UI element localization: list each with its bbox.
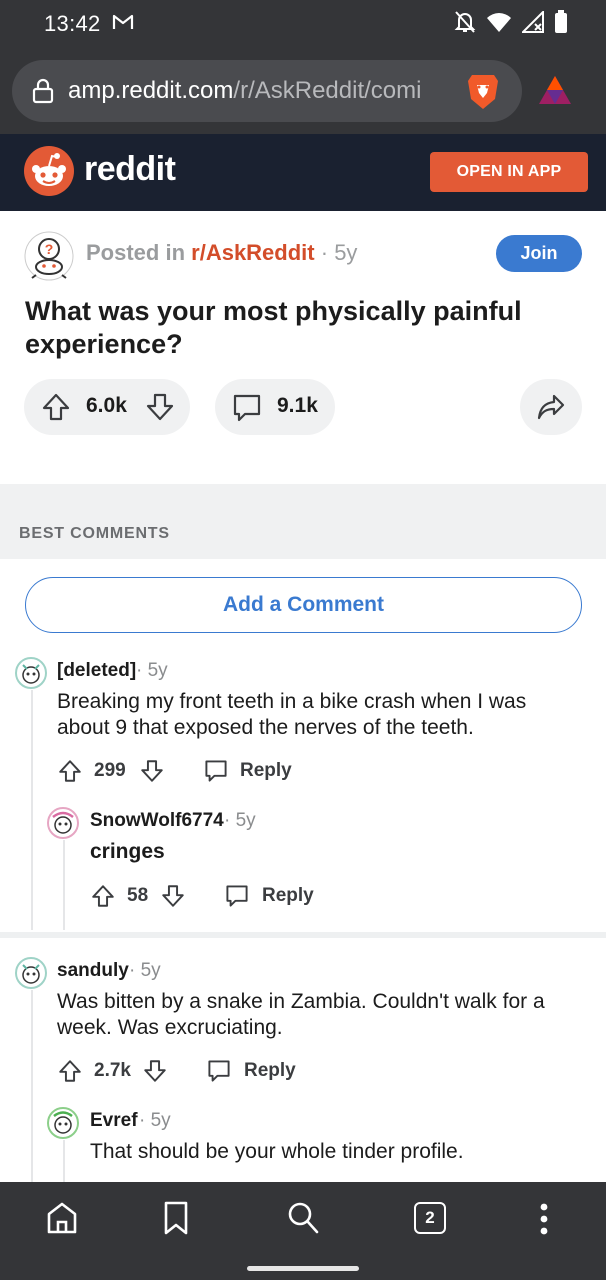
upvote-icon[interactable] — [57, 1058, 83, 1089]
url-path: /r/AskReddit/comi — [233, 77, 422, 104]
post-age: · 5y — [320, 240, 358, 265]
share-button[interactable] — [520, 379, 582, 435]
subreddit-icon[interactable]: ? — [24, 231, 74, 286]
comment-actions: 2.7k Reply — [57, 1056, 317, 1088]
browser-toolbar: amp.reddit.com/r/AskReddit/comi — [0, 50, 606, 134]
gmail-icon — [112, 13, 134, 36]
thread-line[interactable] — [63, 840, 65, 930]
comment-age: · 5y — [129, 960, 161, 981]
home-icon[interactable] — [45, 1200, 79, 1241]
post-card: ? Posted in r/AskReddit · 5y Join What w… — [0, 211, 606, 484]
signal-icon — [520, 9, 544, 38]
comment-age: · 5y — [136, 660, 168, 681]
upvote-icon[interactable] — [90, 883, 116, 914]
reddit-wordmark[interactable]: reddit — [84, 150, 176, 189]
comment-actions: 58 Reply — [90, 881, 350, 913]
bat-rewards-icon[interactable] — [537, 74, 573, 111]
comment-score: 299 — [94, 760, 126, 781]
subreddit-link[interactable]: r/AskReddit — [191, 240, 314, 265]
comment-separator — [0, 932, 606, 938]
avatar[interactable] — [15, 657, 47, 689]
comment-age: · 5y — [224, 810, 256, 831]
tabs-icon[interactable]: 2 — [414, 1202, 446, 1234]
avatar[interactable] — [47, 807, 79, 839]
post-title: What was your most physically painful ex… — [25, 296, 522, 359]
comment-body: cringes — [90, 840, 165, 863]
comment-author[interactable]: Evref — [90, 1110, 138, 1132]
comment-actions: 299 Reply — [57, 756, 317, 788]
avatar[interactable] — [15, 957, 47, 989]
reply-button[interactable]: Reply — [240, 760, 292, 782]
reply-button[interactable]: Reply — [244, 1060, 296, 1082]
downvote-icon[interactable] — [142, 1058, 168, 1089]
thread-line[interactable] — [63, 1140, 65, 1182]
comment-score: 58 — [127, 885, 149, 906]
post-meta: Posted in r/AskReddit · 5y — [86, 240, 357, 266]
avatar[interactable] — [47, 1107, 79, 1139]
lock-icon[interactable] — [32, 78, 54, 109]
comment-bubble-icon — [231, 393, 263, 428]
status-icons — [454, 9, 568, 39]
search-icon[interactable] — [286, 1200, 320, 1241]
status-bar: 13:42 — [0, 0, 606, 50]
thread-line[interactable] — [31, 690, 33, 930]
gesture-bar[interactable] — [247, 1266, 359, 1271]
reply-button[interactable]: Reply — [262, 885, 314, 907]
downvote-icon[interactable] — [139, 758, 165, 789]
downvote-icon[interactable] — [160, 883, 186, 914]
battery-icon — [554, 10, 568, 39]
post-score: 6.0k — [86, 394, 127, 417]
reddit-header: reddit OPEN IN APP — [0, 134, 606, 211]
more-icon[interactable] — [537, 1202, 551, 1241]
url-text[interactable]: amp.reddit.com/r/AskReddit/comi — [68, 77, 448, 105]
comment-count: 9.1k — [277, 394, 318, 417]
url-host: amp.reddit.com — [68, 77, 234, 104]
upvote-icon[interactable] — [40, 391, 72, 428]
open-in-app-button[interactable]: OPEN IN APP — [430, 152, 588, 192]
downvote-icon[interactable] — [144, 391, 176, 428]
comment-body: Was bitten by a snake in Zambia. Couldn'… — [57, 990, 545, 1039]
bookmark-icon[interactable] — [162, 1200, 190, 1241]
comment-author[interactable]: SnowWolf6774 — [90, 810, 224, 832]
comment-score: 2.7k — [94, 1060, 131, 1081]
thread-line[interactable] — [31, 990, 33, 1182]
comment-body: That should be your whole tinder profile… — [90, 1140, 464, 1163]
browser-bottom-nav: 2 — [0, 1182, 606, 1280]
add-comment-button[interactable]: Add a Comment — [25, 577, 582, 633]
reddit-logo-icon[interactable] — [24, 146, 74, 201]
svg-text:?: ? — [45, 241, 54, 257]
comment-author[interactable]: sanduly — [57, 960, 129, 982]
reply-icon[interactable] — [206, 1059, 232, 1088]
reply-icon[interactable] — [224, 884, 250, 913]
brave-shield-icon[interactable] — [466, 72, 500, 115]
share-icon — [536, 393, 566, 426]
comments-button[interactable]: 9.1k — [215, 379, 335, 435]
bell-off-icon — [454, 10, 476, 39]
comment-author[interactable]: [deleted] — [57, 660, 136, 682]
posted-in-label: Posted in — [86, 240, 186, 265]
upvote-icon[interactable] — [57, 758, 83, 789]
comment-age: · 5y — [139, 1110, 171, 1131]
status-time: 13:42 — [44, 11, 101, 36]
url-bar[interactable]: amp.reddit.com/r/AskReddit/comi — [12, 60, 522, 122]
join-button[interactable]: Join — [496, 235, 582, 272]
comment-body: Breaking my front teeth in a bike crash … — [57, 690, 527, 739]
reply-icon[interactable] — [203, 759, 229, 788]
comments-section-header: BEST COMMENTS — [0, 484, 606, 559]
vote-bar: 6.0k — [24, 379, 190, 435]
best-comments-label: BEST COMMENTS — [19, 525, 170, 542]
wifi-icon — [486, 11, 512, 38]
